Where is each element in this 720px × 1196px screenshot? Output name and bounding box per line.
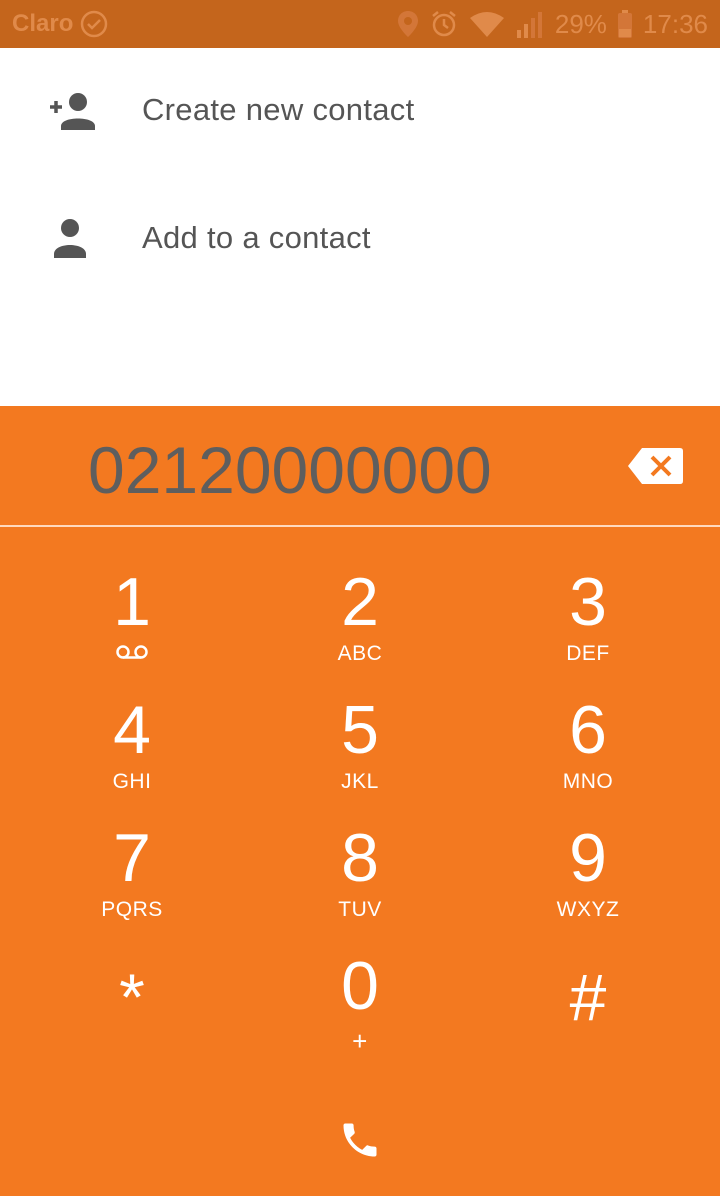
person-icon — [48, 218, 100, 262]
number-display-row: 02120000000 — [0, 406, 720, 527]
key-digit: 4 — [113, 692, 151, 768]
key-digit: 7 — [113, 820, 151, 896]
key-1[interactable]: 1 — [18, 554, 246, 682]
dialed-number[interactable]: 02120000000 — [88, 432, 492, 508]
key-star[interactable]: * — [18, 938, 246, 1066]
clock: 17:36 — [642, 8, 708, 39]
key-letters: TUV — [338, 898, 382, 921]
key-digit: 8 — [341, 820, 379, 896]
dialpad: 02120000000 1 2 ABC 3 DEF 4 GHI 5 JKL 6 … — [0, 406, 720, 1196]
create-new-contact-label: Create new contact — [142, 92, 415, 127]
key-digit: # — [569, 960, 607, 1034]
key-letters: PQRS — [101, 898, 163, 921]
key-letters: + — [352, 1026, 368, 1056]
key-letters: WXYZ — [556, 898, 620, 921]
voicemail-icon — [116, 644, 148, 665]
battery-percent: 29% — [554, 8, 607, 39]
check-circle-icon — [79, 9, 109, 39]
key-digit: 5 — [341, 692, 379, 768]
key-9[interactable]: 9 WXYZ — [474, 810, 702, 938]
create-new-contact-item[interactable]: Create new contact — [0, 48, 720, 176]
key-hash[interactable]: # — [474, 938, 702, 1066]
key-digit: 9 — [569, 820, 607, 896]
key-digit: 0 — [341, 948, 379, 1024]
add-person-icon — [48, 90, 100, 134]
key-0[interactable]: 0 + — [246, 938, 474, 1066]
add-to-contact-label: Add to a contact — [142, 220, 371, 255]
status-right: 29% 17:36 — [397, 9, 708, 40]
location-icon — [397, 10, 419, 38]
key-letters: MNO — [562, 770, 614, 793]
status-bar: Claro 29% 17:36 — [0, 0, 720, 48]
key-digit: 3 — [569, 564, 607, 640]
key-digit: * — [119, 960, 145, 1034]
key-digit: 6 — [569, 692, 607, 768]
number-divider — [0, 525, 720, 527]
wifi-icon — [469, 10, 505, 38]
carrier-name: Claro — [12, 10, 74, 37]
key-letters: GHI — [112, 770, 152, 793]
key-letters: ABC — [337, 642, 383, 665]
key-8[interactable]: 8 TUV — [246, 810, 474, 938]
key-5[interactable]: 5 JKL — [246, 682, 474, 810]
key-3[interactable]: 3 DEF — [474, 554, 702, 682]
call-button[interactable] — [320, 1102, 400, 1182]
key-4[interactable]: 4 GHI — [18, 682, 246, 810]
key-letters: DEF — [566, 642, 610, 665]
key-6[interactable]: 6 MNO — [474, 682, 702, 810]
key-letters: JKL — [341, 770, 379, 793]
battery-icon — [617, 10, 633, 38]
key-digit: 1 — [113, 564, 151, 640]
key-2[interactable]: 2 ABC — [246, 554, 474, 682]
key-7[interactable]: 7 PQRS — [18, 810, 246, 938]
phone-icon — [338, 1118, 382, 1167]
key-digit: 2 — [341, 564, 379, 640]
contact-actions: Create new contact Add to a contact — [0, 48, 720, 454]
alarm-icon — [429, 9, 459, 39]
backspace-icon[interactable] — [626, 446, 684, 486]
add-to-contact-item[interactable]: Add to a contact — [0, 176, 720, 304]
status-left: Claro — [12, 9, 109, 39]
signal-icon — [515, 10, 545, 38]
